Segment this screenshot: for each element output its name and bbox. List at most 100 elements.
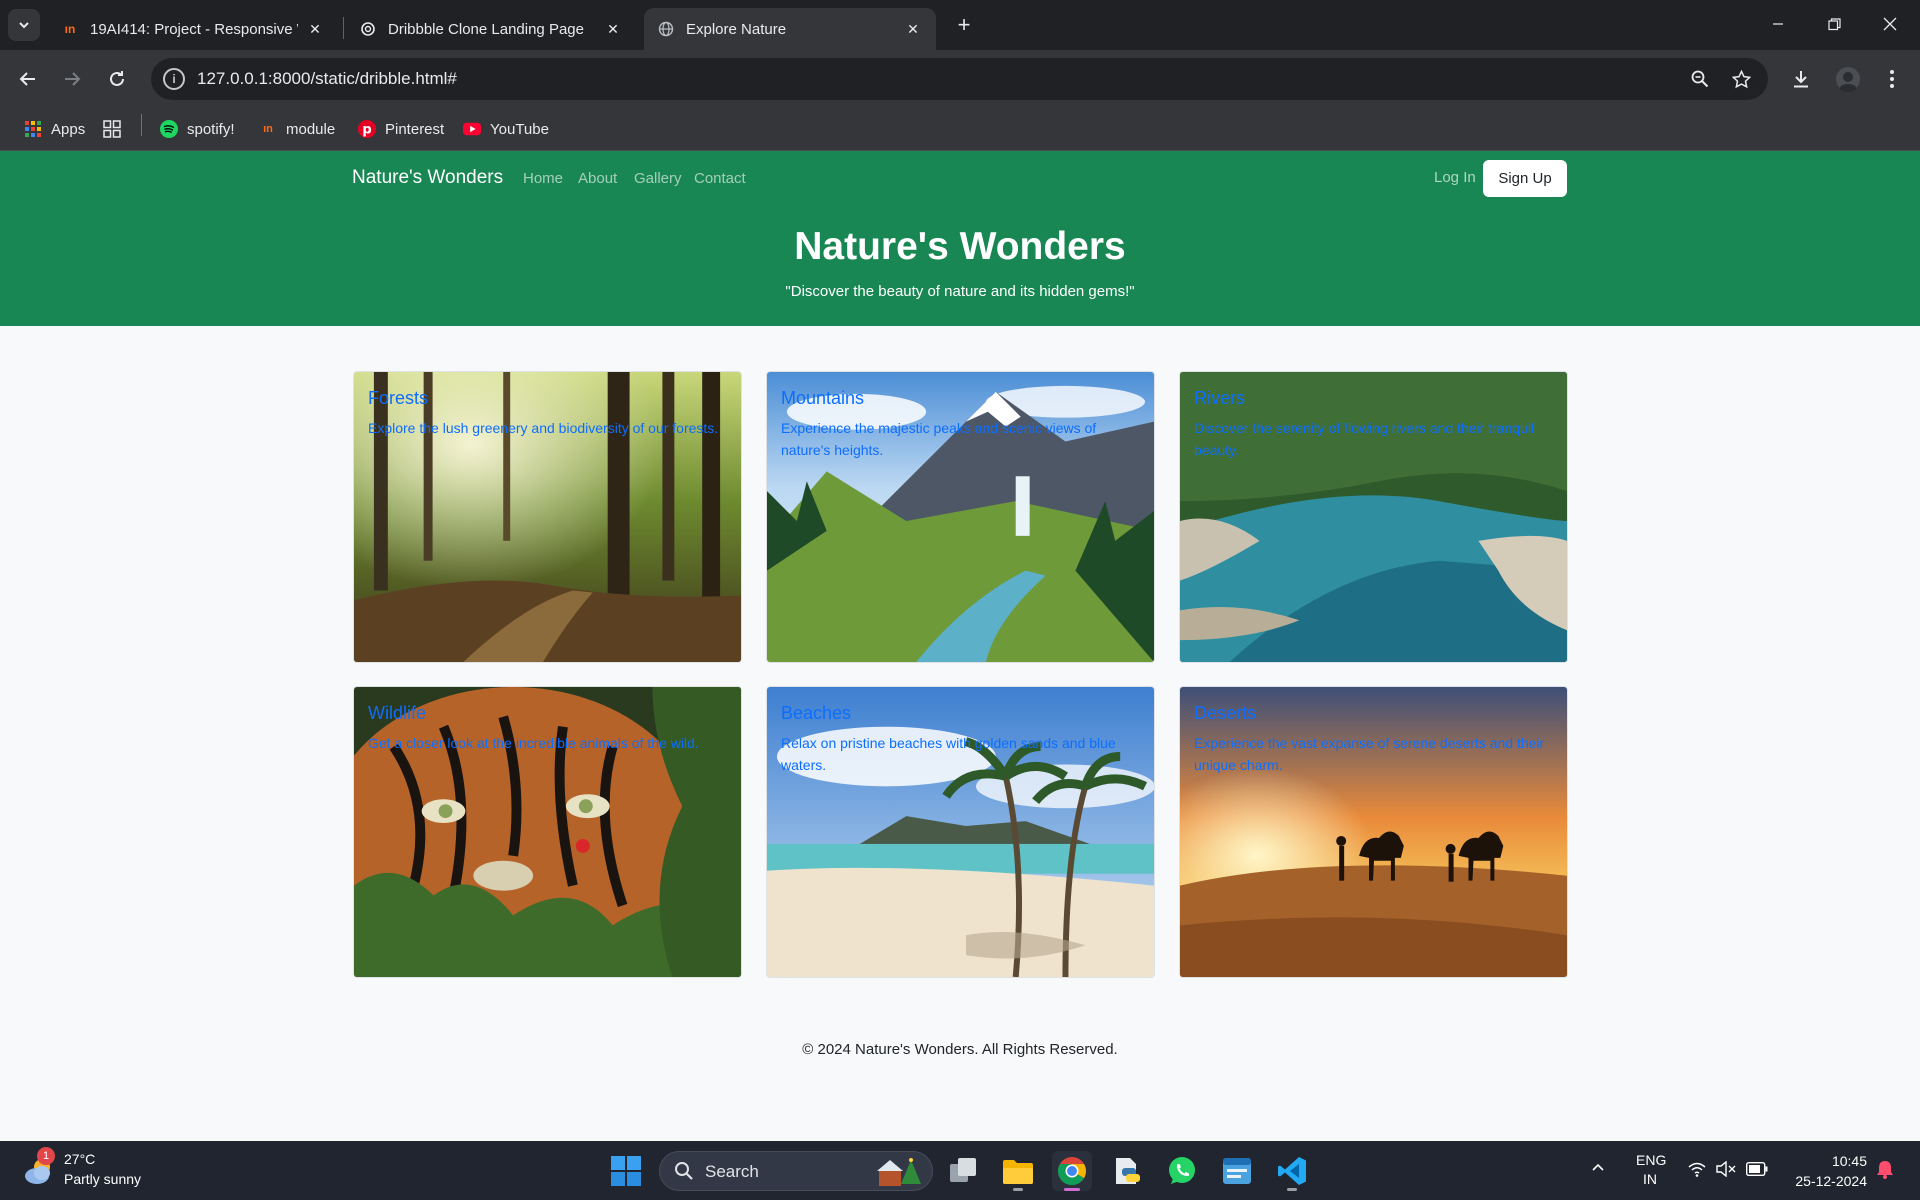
reload-icon xyxy=(110,71,124,86)
bookmark-module[interactable]: ın module xyxy=(259,118,335,140)
folder-icon xyxy=(1003,1160,1033,1184)
close-tab-icon[interactable]: ✕ xyxy=(904,20,922,38)
card-title: Deserts xyxy=(1194,703,1257,723)
vscode-icon xyxy=(1278,1157,1306,1185)
tab-strip: ın 19AI414: Project - Responsive W ✕ Dri… xyxy=(0,0,1920,50)
show-hidden-icons[interactable] xyxy=(1590,1159,1606,1178)
zoom-icon[interactable] xyxy=(1687,66,1713,92)
download-icon xyxy=(1794,71,1808,88)
signup-button[interactable]: Sign Up xyxy=(1483,160,1567,197)
card-title: Rivers xyxy=(1194,388,1246,408)
weather-temperature: 27°C xyxy=(64,1151,96,1167)
site-brand[interactable]: Nature's Wonders xyxy=(352,167,503,189)
card-description: Relax on pristine beaches with golden sa… xyxy=(781,735,1116,773)
card-description: Get a closer look at the incredible anim… xyxy=(368,735,699,751)
task-view-button[interactable] xyxy=(944,1151,984,1191)
nav-contact[interactable]: Contact xyxy=(694,170,746,187)
bookmark-pinterest[interactable]: p Pinterest xyxy=(358,118,444,140)
card-beaches[interactable]: Beaches Relax on pristine beaches with g… xyxy=(766,686,1155,978)
minimize-icon[interactable] xyxy=(1750,0,1806,48)
bookmark-star-icon[interactable] xyxy=(1728,66,1754,92)
battery-icon[interactable] xyxy=(1745,1161,1768,1179)
notification-badge: 1 xyxy=(37,1147,55,1165)
card-title: Forests xyxy=(368,388,429,408)
mn-favicon-icon: ın xyxy=(64,22,76,36)
tab-search-button[interactable] xyxy=(8,9,40,41)
windows-taskbar: 1 27°C Partly sunny Search ENG IN 10:45 … xyxy=(0,1141,1920,1200)
clock[interactable]: 10:45 25-12-2024 xyxy=(1786,1151,1867,1191)
taskbar-search[interactable]: Search xyxy=(659,1151,933,1191)
card-title: Wildlife xyxy=(368,703,427,723)
windows-logo-icon xyxy=(611,1156,641,1186)
nav-about[interactable]: About xyxy=(578,170,617,187)
python-files-button[interactable] xyxy=(1107,1151,1147,1191)
notification-bell-icon[interactable] xyxy=(1876,1159,1894,1182)
site-footer: © 2024 Nature's Wonders. All Rights Rese… xyxy=(802,1041,1118,1058)
card-title: Mountains xyxy=(781,388,865,408)
url-text[interactable]: 127.0.0.1:8000/static/dribble.html# xyxy=(197,69,457,89)
web-page: Nature's Wonders Home About Gallery Cont… xyxy=(0,151,1920,1141)
arrow-left-icon xyxy=(19,72,35,86)
card-description: Explore the lush greenery and biodiversi… xyxy=(368,420,719,436)
nav-gallery[interactable]: Gallery xyxy=(634,170,682,187)
more-vertical-icon xyxy=(1890,70,1894,88)
language-indicator[interactable]: ENG IN xyxy=(1636,1151,1666,1189)
chrome-icon xyxy=(1058,1157,1086,1186)
profile-avatar[interactable] xyxy=(1832,63,1864,95)
site-info-icon[interactable]: i xyxy=(163,68,185,90)
chevron-down-icon xyxy=(19,22,29,29)
card-forests[interactable]: Forests Explore the lush greenery and bi… xyxy=(353,371,742,663)
arrow-right-icon xyxy=(65,72,81,86)
restore-icon[interactable] xyxy=(1806,0,1862,48)
christmas-highlight-icon xyxy=(877,1158,921,1186)
bookmark-spotify[interactable]: spotify! xyxy=(160,118,235,140)
card-title: Beaches xyxy=(781,703,852,723)
globe-icon xyxy=(658,21,674,37)
bookmark-youtube[interactable]: YouTube xyxy=(463,118,549,140)
app-window-button[interactable] xyxy=(1217,1151,1257,1191)
card-description: Experience the vast expanse of serene de… xyxy=(1194,735,1545,773)
card-description: Discover the serenity of flowing rivers … xyxy=(1194,420,1535,458)
menu-button[interactable] xyxy=(1876,63,1908,95)
wifi-icon[interactable] xyxy=(1688,1161,1706,1180)
tab-explore-nature[interactable]: Explore Nature ✕ xyxy=(644,8,936,50)
volume-muted-icon[interactable] xyxy=(1716,1160,1736,1180)
card-rivers[interactable]: Rivers Discover the serenity of flowing … xyxy=(1179,371,1568,663)
avatar-icon xyxy=(1836,67,1860,92)
browser-toolbar: i 127.0.0.1:8000/static/dribble.html# xyxy=(0,50,1920,108)
task-view-icon xyxy=(950,1158,976,1182)
nav-home[interactable]: Home xyxy=(523,170,563,187)
tab-dribbble[interactable]: Dribbble Clone Landing Page ✕ xyxy=(346,8,636,50)
tab-groups-icon xyxy=(103,120,121,138)
apps-grid-icon xyxy=(24,120,42,138)
vscode-button[interactable] xyxy=(1272,1151,1312,1191)
forward-button[interactable] xyxy=(56,63,88,95)
bookmark-apps[interactable]: Apps xyxy=(24,118,85,140)
chrome-button[interactable] xyxy=(1052,1151,1092,1191)
bookmark-separator xyxy=(141,114,142,136)
file-explorer-button[interactable] xyxy=(998,1151,1038,1191)
close-window-icon[interactable] xyxy=(1862,0,1918,48)
close-tab-icon[interactable]: ✕ xyxy=(604,20,622,38)
tab-groups-button[interactable] xyxy=(103,118,130,140)
site-header: Nature's Wonders Home About Gallery Cont… xyxy=(0,151,1920,326)
login-link[interactable]: Log In xyxy=(1434,169,1476,186)
card-mountains[interactable]: Mountains Experience the majestic peaks … xyxy=(766,371,1155,663)
address-bar[interactable]: i 127.0.0.1:8000/static/dribble.html# xyxy=(151,58,1768,100)
downloads-button[interactable] xyxy=(1785,63,1817,95)
pinterest-icon: p xyxy=(358,120,376,138)
card-description: Experience the majestic peaks and scenic… xyxy=(781,420,1097,458)
tab-project[interactable]: ın 19AI414: Project - Responsive W ✕ xyxy=(48,8,338,50)
back-button[interactable] xyxy=(12,63,44,95)
search-icon xyxy=(675,1162,693,1180)
new-tab-button[interactable]: + xyxy=(950,11,978,39)
hero-subtitle: "Discover the beauty of nature and its h… xyxy=(785,283,1135,300)
window-app-icon xyxy=(1223,1158,1251,1184)
whatsapp-button[interactable] xyxy=(1162,1151,1202,1191)
card-wildlife[interactable]: Wildlife Get a closer look at the incred… xyxy=(353,686,742,978)
reload-button[interactable] xyxy=(101,63,133,95)
start-button[interactable] xyxy=(606,1151,646,1191)
chevron-up-icon xyxy=(1592,1163,1604,1171)
card-deserts[interactable]: Deserts Experience the vast expanse of s… xyxy=(1179,686,1568,978)
close-tab-icon[interactable]: ✕ xyxy=(306,20,324,38)
